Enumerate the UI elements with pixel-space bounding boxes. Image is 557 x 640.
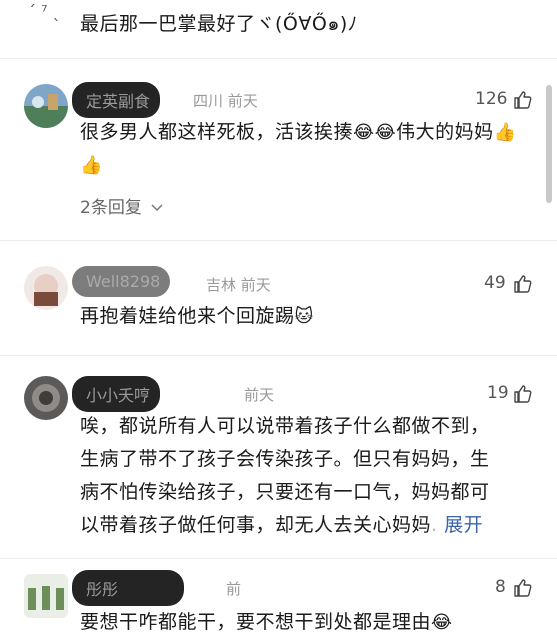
username[interactable]: Well8298 [72, 266, 171, 297]
comment-meta: 前天 [244, 386, 275, 404]
thumbs-up-outline-icon[interactable] [513, 274, 533, 294]
comment-text: 很多男人都这样死板，活该挨揍😂😂伟大的妈妈👍👍 [80, 121, 517, 176]
expand-link[interactable]: 展开 [444, 514, 483, 536]
like-count: 19 [487, 383, 509, 403]
comment-meta: 前 [226, 580, 242, 598]
crying-laugh-emoji: 😂 [353, 122, 375, 143]
username[interactable]: 彤彤 [72, 570, 185, 606]
comment-item: 彤彤 前 8 要想干咋都能干，要不想干到处都是理由😂 [0, 570, 557, 640]
divider [0, 558, 557, 559]
like-count: 126 [475, 89, 508, 109]
like-count: 8 [495, 577, 506, 597]
comment-meta: 四川 前天 [193, 92, 258, 110]
avatar[interactable] [24, 84, 68, 128]
divider [0, 240, 557, 241]
comment-top: ˊ ⁷ ˎ 最后那一巴掌最好了ヾ(Ő∀Ő๑)ﾉ [0, 0, 557, 52]
thumbs-up-outline-icon[interactable] [513, 578, 533, 598]
avatar[interactable] [24, 574, 68, 618]
scrollbar[interactable] [546, 85, 552, 203]
comment-text: 要想干咋都能干，要不想干到处都是理由😂 [80, 611, 453, 633]
avatar[interactable] [24, 376, 68, 420]
crying-laugh-emoji: 😂 [374, 122, 397, 143]
comment-item: Well8298 吉林 前天 49 再抱着娃给他来个回旋踢🐱 [0, 260, 557, 360]
comment-item: 定英副食 四川 前天 126 很多男人都这样死板，活该挨揍😂😂伟大的妈妈👍👍 2… [0, 78, 557, 238]
comment-item: 小小夭哼 前天 19 唉，都说所有人可以说带着孩子什么都做不到， 生病了带不了孩… [0, 372, 557, 552]
comment-text: 最后那一巴掌最好了ヾ(Ő∀Ő๑)ﾉ [80, 13, 358, 35]
thumbs-up-outline-icon[interactable] [513, 384, 533, 404]
divider [0, 355, 557, 356]
thumbs-up-emoji: 👍 [80, 155, 103, 176]
comment-text: 唉，都说所有人可以说带着孩子什么都做不到， 生病了带不了孩子会传染孩子。但只有妈… [80, 415, 490, 536]
chevron-down-icon [151, 204, 163, 212]
cat-emoji: 🐱 [294, 306, 314, 327]
username[interactable]: 定英副食 [72, 82, 161, 118]
thumbs-up-outline-icon[interactable] [513, 90, 533, 110]
username[interactable]: 小小夭哼 [72, 376, 161, 412]
replies-toggle[interactable]: 2条回复 [80, 193, 163, 218]
crying-laugh-emoji: 😂 [431, 612, 453, 633]
avatar-fragment: ˊ ⁷ ˎ [28, 2, 61, 21]
comment-text: 再抱着娃给他来个回旋踢🐱 [80, 305, 314, 327]
comment-meta: 吉林 前天 [206, 276, 271, 294]
like-count: 49 [484, 273, 506, 293]
avatar[interactable] [24, 266, 68, 310]
thumbs-up-emoji: 👍 [493, 122, 517, 143]
divider [0, 58, 557, 59]
